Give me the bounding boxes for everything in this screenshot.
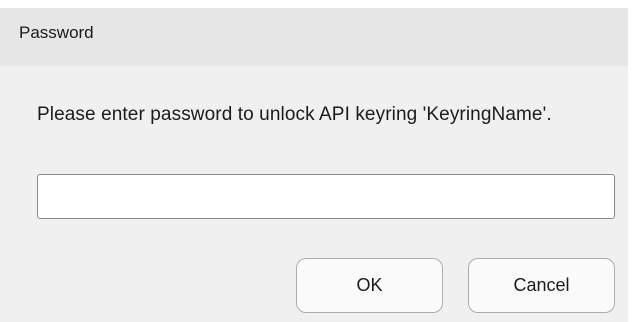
password-dialog: Password Please enter password to unlock… bbox=[0, 8, 628, 322]
dialog-title: Password bbox=[19, 23, 94, 42]
ok-button[interactable]: OK bbox=[296, 258, 443, 313]
password-input[interactable] bbox=[37, 174, 615, 219]
cancel-button[interactable]: Cancel bbox=[468, 258, 615, 313]
dialog-titlebar: Password bbox=[0, 8, 628, 66]
dialog-message: Please enter password to unlock API keyr… bbox=[37, 104, 552, 125]
